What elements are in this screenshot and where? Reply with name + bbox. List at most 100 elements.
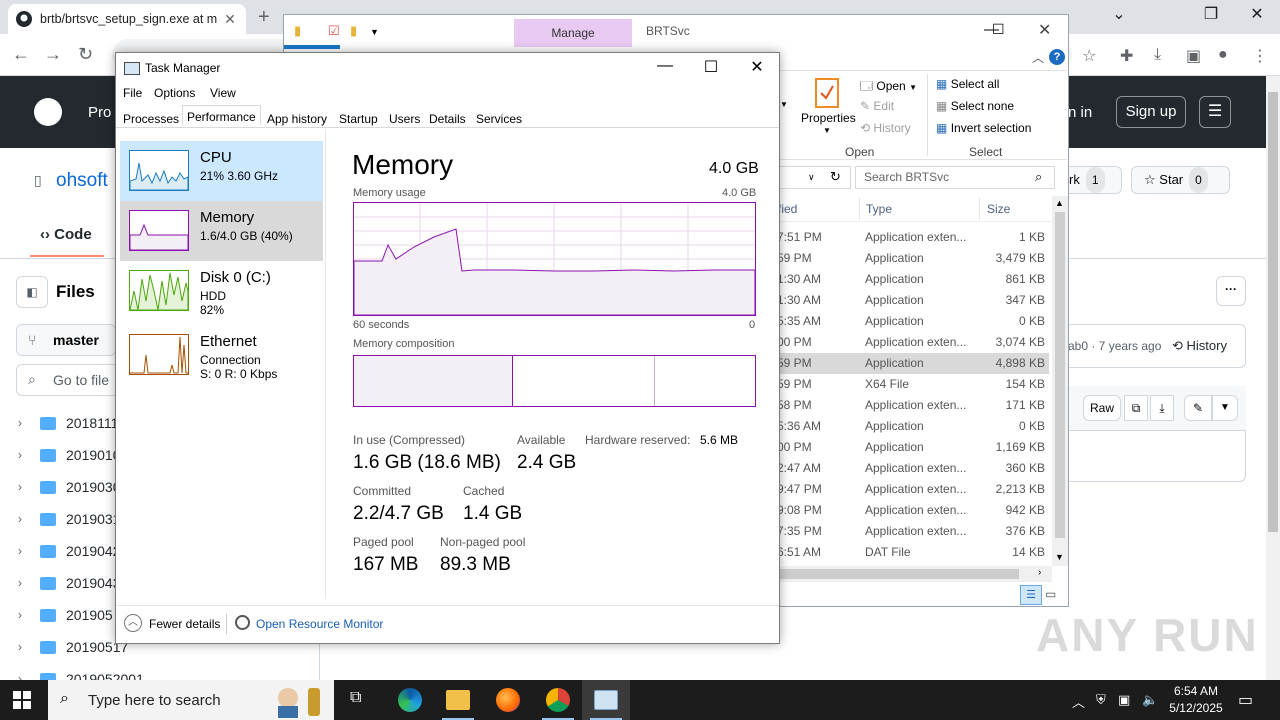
scroll-up-icon[interactable]: ▲ [1055, 198, 1064, 208]
column-date-modified[interactable]: fied [778, 202, 797, 216]
sign-in-link[interactable]: n in [1068, 104, 1092, 121]
tab-manage[interactable]: Manage [514, 19, 632, 47]
file-row[interactable]: 9:47 PM Application exten... 2,213 KB [777, 479, 1049, 500]
details-view-icon[interactable]: ☰ [1020, 585, 1042, 605]
file-row[interactable]: 59 PM Application 4,898 KB [777, 353, 1049, 374]
taskbar-task-manager[interactable] [582, 680, 630, 720]
tab-app-history[interactable]: App history [264, 110, 330, 130]
reload-icon[interactable]: ↻ [78, 44, 93, 65]
file-row[interactable]: 58 PM Application exten... 171 KB [777, 395, 1049, 416]
file-row[interactable]: 5:35 AM Application 0 KB [777, 311, 1049, 332]
menu-view[interactable]: View [210, 86, 236, 100]
column-type[interactable]: Type [866, 202, 892, 216]
file-row[interactable]: 9:08 PM Application exten... 942 KB [777, 500, 1049, 521]
quick-access-folder-icon[interactable]: ▮ [294, 23, 301, 39]
taskbar-chrome[interactable] [534, 680, 582, 720]
open-resource-monitor-link[interactable]: Open Resource Monitor [256, 617, 383, 631]
start-button[interactable] [13, 691, 31, 709]
tab-code[interactable]: ‹› Code [40, 226, 92, 243]
properties-button[interactable]: Properties [801, 111, 856, 125]
new-folder-quick-icon[interactable]: ▮ [350, 23, 357, 39]
repo-owner-link[interactable]: ohsoft [56, 170, 108, 192]
scroll-down-icon[interactable]: ▼ [1055, 552, 1064, 562]
explorer-hscroll-thumb[interactable] [777, 569, 1019, 579]
extensions-icon[interactable]: ✚ [1120, 46, 1133, 66]
more-options-icon[interactable]: ··· [1216, 276, 1246, 306]
history-link[interactable]: ⟲ History [1172, 338, 1227, 354]
resource-ethernet[interactable]: Ethernet Connection S: 0 R: 0 Kbps [120, 325, 323, 389]
new-tab-button[interactable]: + [258, 6, 270, 29]
raw-button[interactable]: Raw [1083, 395, 1121, 421]
taskbar-firefox[interactable] [484, 680, 532, 720]
address-dropdown[interactable]: ∨ ↻ [777, 166, 851, 189]
resource-cpu[interactable]: CPU 21% 3.60 GHz [120, 141, 323, 201]
fewer-details-icon[interactable]: ︿ [124, 614, 142, 632]
file-tree-folder[interactable]: › 20190517 [18, 636, 128, 658]
defender-icon[interactable]: ⛨ [1096, 692, 1106, 708]
properties-quick-icon[interactable]: ☑ [328, 23, 340, 39]
column-divider[interactable] [979, 198, 980, 220]
page-scrollbar-thumb[interactable] [1268, 92, 1278, 532]
file-row[interactable]: 2:47 AM Application exten... 360 KB [777, 458, 1049, 479]
browser-menu-icon[interactable]: ⋮ [1252, 46, 1268, 66]
tm-maximize-icon[interactable]: ☐ [688, 57, 734, 77]
taskbar-file-explorer[interactable] [434, 680, 482, 720]
system-clock[interactable]: 6:54 AM 5/12/2025 [1166, 683, 1226, 717]
scroll-right-icon[interactable]: › [1038, 567, 1041, 578]
open-button[interactable]: 🗔 Open ▼ [860, 77, 917, 98]
browser-tabsearch-icon[interactable]: ⌄ [1096, 4, 1142, 24]
commit-info[interactable]: ab0 · 7 years ago [1068, 339, 1161, 353]
tm-close-icon[interactable]: ✕ [734, 57, 780, 77]
customize-quick-access-icon[interactable]: ▼ [370, 27, 379, 37]
star-button[interactable]: ☆ Star 0 [1131, 166, 1230, 194]
column-size[interactable]: Size [987, 202, 1010, 216]
volume-icon[interactable]: 🔈 [1142, 692, 1158, 708]
task-view-button[interactable]: ⧉ [336, 680, 384, 720]
resource-disk[interactable]: Disk 0 (C:) HDD 82% [120, 261, 323, 325]
notifications-icon[interactable]: ▭ [1238, 690, 1253, 710]
invert-selection-button[interactable]: ▦ Invert selection [936, 121, 1031, 135]
browser-restore-icon[interactable]: ❐ [1188, 4, 1234, 24]
tab-startup[interactable]: Startup [336, 110, 381, 130]
file-tree-folder[interactable]: › 2019042 [18, 540, 121, 562]
properties-dropdown-icon[interactable]: ▼ [823, 126, 831, 135]
tm-minimize-icon[interactable]: — [642, 57, 688, 75]
forward-icon[interactable]: → [44, 44, 62, 65]
network-icon[interactable]: ▣ [1118, 692, 1130, 708]
copy-icon[interactable]: ⧉ [1124, 395, 1148, 421]
edit-dropdown-icon[interactable]: ▼ [1212, 395, 1238, 421]
product-menu[interactable]: Pro [88, 104, 111, 121]
file-tree-folder[interactable]: › 2019031 [18, 508, 121, 530]
file-row[interactable]: 00 PM Application 1,169 KB [777, 437, 1049, 458]
sign-up-button[interactable]: Sign up [1116, 96, 1186, 128]
file-row[interactable]: 1:30 AM Application 347 KB [777, 290, 1049, 311]
tab-performance[interactable]: Performance [182, 105, 261, 125]
file-row[interactable]: 00 PM Application exten... 3,074 KB [777, 332, 1049, 353]
history-button[interactable]: ⟲ History [860, 121, 911, 135]
file-row[interactable]: 5:36 AM Application 0 KB [777, 416, 1049, 437]
show-hidden-icons[interactable]: ︿ [1072, 692, 1085, 711]
hamburger-menu-icon[interactable]: ☰ [1199, 96, 1231, 128]
tab-users[interactable]: Users [386, 110, 423, 130]
menu-options[interactable]: Options [154, 86, 195, 100]
taskbar-edge[interactable] [386, 680, 434, 720]
tab-details[interactable]: Details [426, 110, 469, 130]
large-icons-view-icon[interactable]: ▭ [1045, 587, 1056, 601]
file-row[interactable]: 59 PM Application 3,479 KB [777, 248, 1049, 269]
menu-file[interactable]: File [123, 86, 142, 100]
download-raw-icon[interactable]: ⤓ [1150, 395, 1174, 421]
column-divider[interactable] [859, 198, 860, 220]
search-highlight-icon[interactable] [272, 682, 328, 718]
explorer-close-icon[interactable]: ✕ [1038, 20, 1051, 40]
resource-memory[interactable]: Memory 1.6/4.0 GB (40%) [120, 201, 323, 261]
file-tree-folder[interactable]: › 2019030 [18, 476, 121, 498]
file-row[interactable]: 59 PM X64 File 154 KB [777, 374, 1049, 395]
browser-tab[interactable]: brtb/brtsvc_setup_sign.exe at m ✕ [8, 4, 246, 34]
edit-pencil-icon[interactable]: ✎ [1184, 395, 1212, 421]
file-tree-folder[interactable]: › 2019010 [18, 444, 121, 466]
file-row[interactable]: 1:30 AM Application 861 KB [777, 269, 1049, 290]
file-tree-folder[interactable]: › 2018111 [18, 412, 118, 434]
sidepanel-icon[interactable]: ▣ [1186, 46, 1201, 66]
select-none-button[interactable]: ▦ Select none [936, 99, 1014, 113]
explorer-search-input[interactable]: Search BRTSvc [855, 166, 1055, 189]
